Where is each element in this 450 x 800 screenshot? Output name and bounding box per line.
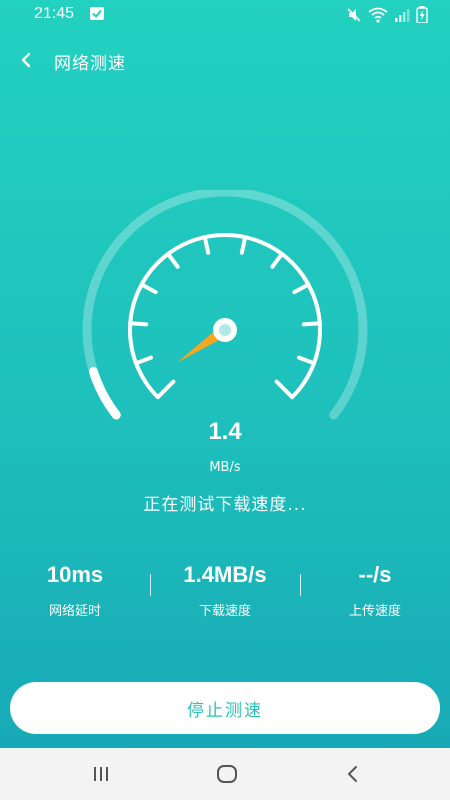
gauge-inner-arc: [128, 233, 322, 399]
stats-row: 10ms 网络延时 1.4MB/s 下载速度 --/s 上传速度: [0, 560, 450, 620]
home-button[interactable]: [212, 762, 242, 786]
gauge-progress: [88, 367, 121, 420]
download-label: 下载速度: [198, 604, 251, 619]
stat-upload: --/s 上传速度: [300, 560, 450, 619]
current-speed-unit: MB/s: [209, 460, 241, 475]
gauge-tick: [301, 321, 322, 327]
latency-label: 网络延时: [48, 604, 101, 619]
stop-test-button[interactable]: 停止测速: [10, 682, 440, 734]
latency-value: 10ms: [46, 562, 104, 587]
chevron-left-icon: [21, 52, 31, 68]
gauge-tick: [292, 282, 311, 295]
gauge-hub-center: [219, 324, 231, 336]
gauge-tick: [166, 251, 180, 269]
wifi-icon: [368, 7, 388, 23]
upload-label: 上传速度: [348, 604, 401, 619]
status-bar: 21:45: [0, 0, 450, 28]
stat-latency: 10ms 网络延时: [0, 560, 150, 619]
gauge-tick: [133, 355, 153, 366]
status-time: 21:45: [34, 5, 75, 22]
page-title: 网络测速: [54, 54, 126, 74]
upload-value: --/s: [358, 562, 392, 587]
gauge-tick: [139, 282, 158, 295]
gauge-tick: [274, 379, 295, 400]
stat-download: 1.4MB/s 下载速度: [150, 560, 300, 619]
recent-apps-icon: [94, 767, 108, 781]
gauge-tick: [297, 355, 317, 366]
gauge-tick: [128, 321, 149, 327]
current-speed-value: 1.4: [208, 418, 242, 445]
nav-back-button[interactable]: [338, 762, 368, 786]
status-icons: [346, 6, 428, 23]
mute-icon: [347, 7, 361, 22]
gauge-tick: [155, 379, 176, 400]
system-nav-bar: [0, 748, 450, 800]
gauge-track: [82, 190, 368, 420]
recent-apps-button[interactable]: [86, 762, 116, 786]
test-status-text: 正在测试下载速度...: [143, 495, 307, 515]
back-icon: [348, 766, 357, 782]
speed-gauge: [82, 190, 368, 420]
back-button[interactable]: [12, 46, 40, 74]
home-icon: [217, 765, 237, 783]
gauge-tick: [239, 235, 248, 255]
download-value: 1.4MB/s: [183, 562, 267, 587]
battery-charging-icon: [416, 6, 428, 23]
speed-test-screen: 21:45 网络测速 1.4 MB/s 正在测试下载速度... 10ms 网络延…: [0, 0, 450, 748]
signal-icon: [395, 8, 410, 22]
app-header: 网络测速: [0, 40, 450, 80]
gauge-tick: [270, 251, 284, 269]
gauge-tick: [202, 235, 211, 255]
notification-check-icon: [90, 7, 104, 20]
